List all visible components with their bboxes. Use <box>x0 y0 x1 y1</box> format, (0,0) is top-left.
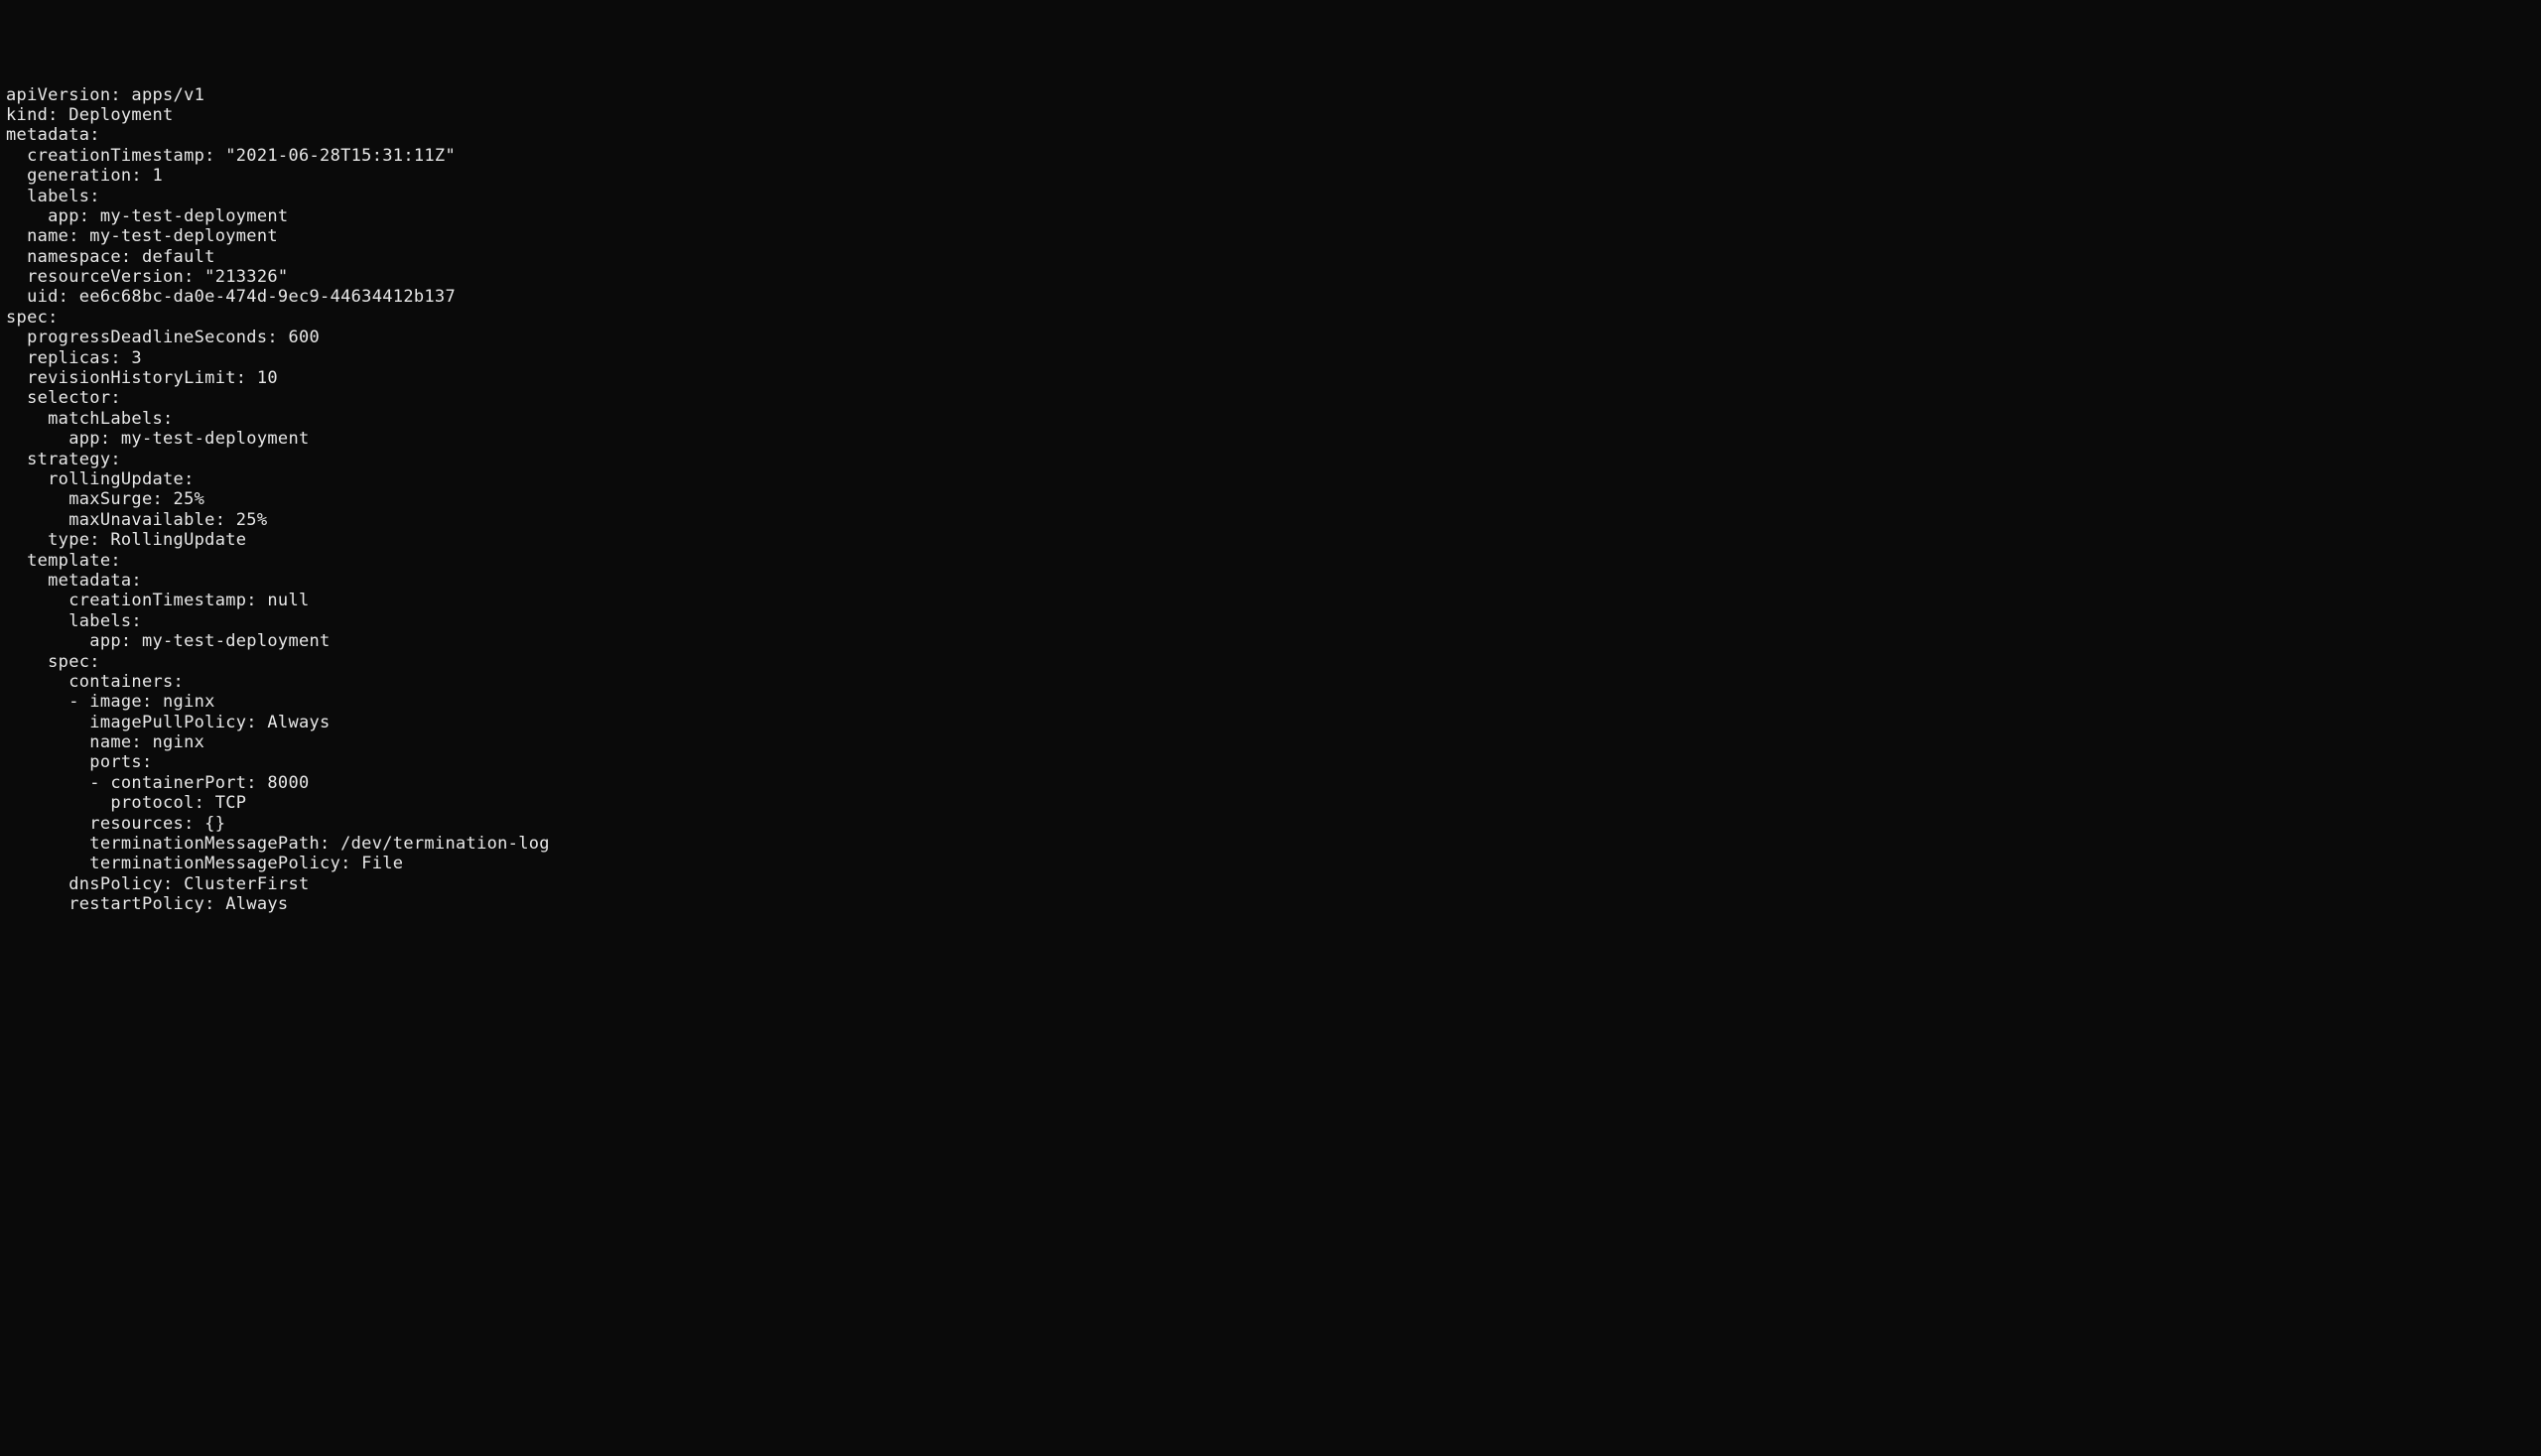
yaml-line: app: my-test-deployment <box>6 429 2535 449</box>
yaml-line: revisionHistoryLimit: 10 <box>6 368 2535 388</box>
yaml-line: template: <box>6 551 2535 571</box>
yaml-line: resources: {} <box>6 814 2535 834</box>
yaml-line: maxSurge: 25% <box>6 489 2535 509</box>
yaml-line: - image: nginx <box>6 692 2535 712</box>
yaml-line: uid: ee6c68bc-da0e-474d-9ec9-44634412b13… <box>6 287 2535 307</box>
yaml-line: kind: Deployment <box>6 105 2535 125</box>
yaml-line: app: my-test-deployment <box>6 631 2535 651</box>
yaml-line: progressDeadlineSeconds: 600 <box>6 328 2535 347</box>
yaml-line: spec: <box>6 652 2535 672</box>
yaml-line: restartPolicy: Always <box>6 894 2535 914</box>
yaml-line: matchLabels: <box>6 409 2535 429</box>
yaml-line: terminationMessagePath: /dev/termination… <box>6 834 2535 854</box>
yaml-line: maxUnavailable: 25% <box>6 510 2535 530</box>
yaml-line: ports: <box>6 752 2535 772</box>
yaml-line: metadata: <box>6 125 2535 145</box>
yaml-line: labels: <box>6 187 2535 206</box>
yaml-line: type: RollingUpdate <box>6 530 2535 550</box>
yaml-line: protocol: TCP <box>6 793 2535 813</box>
yaml-line: spec: <box>6 308 2535 328</box>
yaml-line: creationTimestamp: "2021-06-28T15:31:11Z… <box>6 146 2535 166</box>
yaml-line: app: my-test-deployment <box>6 206 2535 226</box>
yaml-line: metadata: <box>6 571 2535 591</box>
terminal-output[interactable]: apiVersion: apps/v1kind: Deploymentmetad… <box>6 85 2535 915</box>
yaml-line: rollingUpdate: <box>6 469 2535 489</box>
yaml-line: creationTimestamp: null <box>6 591 2535 610</box>
yaml-line: selector: <box>6 388 2535 408</box>
yaml-line: apiVersion: apps/v1 <box>6 85 2535 105</box>
yaml-line: strategy: <box>6 450 2535 469</box>
yaml-line: name: nginx <box>6 732 2535 752</box>
yaml-line: resourceVersion: "213326" <box>6 267 2535 287</box>
yaml-line: imagePullPolicy: Always <box>6 713 2535 732</box>
yaml-line: containers: <box>6 672 2535 692</box>
yaml-line: generation: 1 <box>6 166 2535 186</box>
yaml-line: terminationMessagePolicy: File <box>6 854 2535 873</box>
yaml-line: dnsPolicy: ClusterFirst <box>6 874 2535 894</box>
yaml-line: - containerPort: 8000 <box>6 773 2535 793</box>
yaml-line: labels: <box>6 611 2535 631</box>
yaml-line: namespace: default <box>6 247 2535 267</box>
yaml-line: replicas: 3 <box>6 348 2535 368</box>
yaml-line: name: my-test-deployment <box>6 226 2535 246</box>
